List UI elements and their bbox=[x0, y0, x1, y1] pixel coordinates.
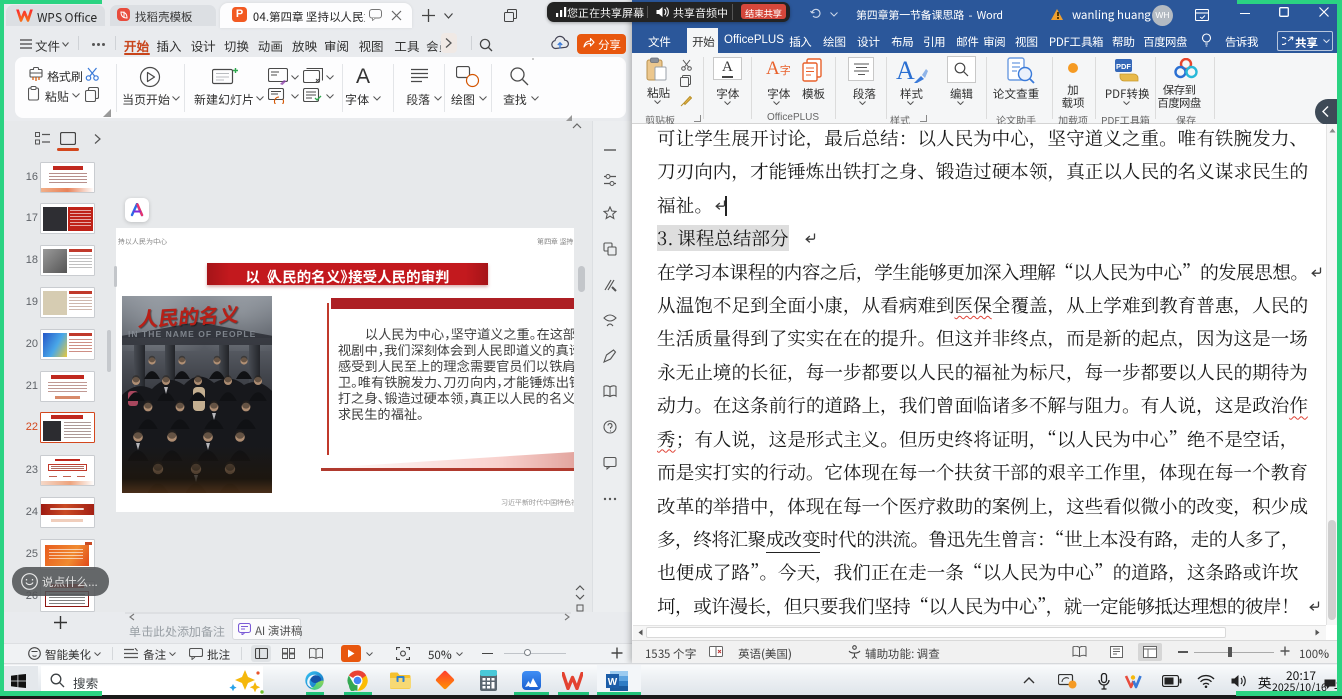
svg-text:W: W bbox=[608, 677, 618, 688]
svg-text:PDF: PDF bbox=[1116, 62, 1131, 71]
